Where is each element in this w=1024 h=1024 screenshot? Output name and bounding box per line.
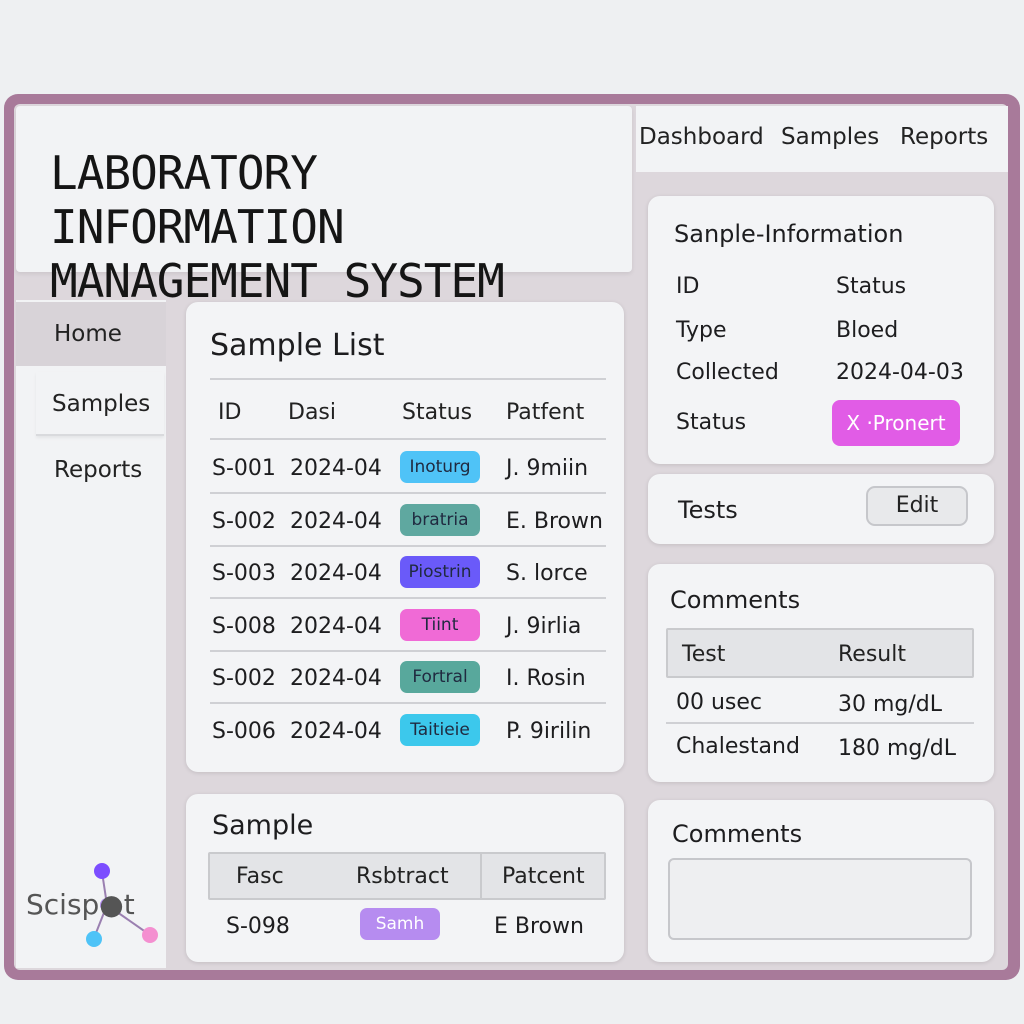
comments-title: Comments	[672, 820, 803, 848]
brand-name: Scisp●t	[26, 888, 135, 921]
title-line-1: LABORATORY INFORMATION	[50, 146, 345, 254]
divider	[210, 597, 606, 599]
comments-textarea[interactable]	[668, 858, 972, 940]
column-header-status: Status	[402, 400, 473, 425]
sample-date: 2024-04	[290, 718, 382, 744]
info-value: Bloed	[836, 318, 899, 343]
divider	[210, 492, 606, 494]
status-badge: Fortral	[400, 661, 480, 693]
info-value: 2024-04-03	[836, 360, 964, 385]
sample-id: S-002	[212, 508, 276, 534]
status-badge: Piostrin	[400, 556, 480, 588]
status-badge: Taitieie	[400, 713, 480, 746]
tests-card: Tests Edit	[648, 474, 994, 544]
sample-id: S-006	[212, 718, 276, 744]
column-header-test: Test	[682, 642, 726, 667]
status-badge: Tiint	[400, 608, 480, 641]
info-label: ID	[676, 274, 700, 299]
test-name: 00 usec	[676, 690, 763, 715]
patient-name: P. 9irilin	[506, 718, 592, 744]
patient-name: J. 9miin	[506, 456, 589, 481]
sample-info-card: Sanple-Information ID Status Type Bloed …	[648, 196, 994, 464]
patient-name: S. lorce	[506, 561, 588, 586]
info-value: Status	[836, 274, 907, 299]
sample-id: S-001	[212, 456, 276, 481]
divider	[666, 722, 974, 724]
divider	[210, 438, 606, 440]
top-nav: Dashboard Samples Reports	[636, 106, 1008, 172]
test-result: 30 mg/dL	[838, 692, 943, 717]
sample-id: S-002	[212, 666, 276, 691]
nav-dashboard[interactable]: Dashboard	[639, 124, 764, 150]
column-header-substract: Rsbtract	[356, 864, 449, 889]
sidebar-item-reports[interactable]: Reports	[16, 438, 166, 502]
status-badge: Inoturg	[400, 451, 480, 483]
results-title: Comments	[670, 586, 801, 614]
nav-samples[interactable]: Samples	[781, 124, 879, 150]
divider	[210, 544, 606, 547]
page-title: LABORATORY INFORMATION MANAGEMENT SYSTEM	[50, 146, 630, 308]
sample-date: 2024-04	[290, 508, 382, 534]
tests-title: Tests	[678, 496, 738, 524]
sidebar-item-label: Reports	[54, 457, 143, 483]
column-header-id: ID	[218, 400, 242, 425]
info-label: Collected	[676, 360, 779, 385]
patient-name: E. Brown	[506, 508, 603, 534]
sample-date: 2024-04	[290, 456, 382, 481]
column-header-case: Fasc	[236, 864, 284, 889]
status-label: Status	[676, 410, 747, 435]
patient-name: I. Rosin	[506, 666, 586, 691]
sample-list-card: Sample List ID Dasi Status Patfent S-001…	[186, 302, 624, 772]
divider	[210, 702, 606, 704]
divider	[210, 649, 606, 652]
sample-id: S-098	[226, 914, 290, 939]
sample-date: 2024-04	[290, 666, 382, 691]
test-name: Chalestand	[676, 734, 800, 759]
sample-info-title: Sanple-Information	[674, 220, 904, 248]
sample-date: 2024-04	[290, 561, 382, 586]
sample-card-title: Sample	[212, 810, 314, 841]
sample-id: S-003	[212, 561, 276, 586]
sample-date: 2024-04	[290, 613, 382, 639]
patient-name: E Brown	[494, 914, 584, 939]
brand-logo: Scisp●t	[24, 858, 164, 953]
header: LABORATORY INFORMATION MANAGEMENT SYSTEM	[16, 106, 632, 308]
column-header-patient: Patcent	[502, 864, 585, 889]
info-label: Type	[676, 318, 727, 343]
status-badge: bratria	[400, 503, 480, 536]
divider	[210, 378, 606, 380]
sidebar-item-samples[interactable]: Samples	[36, 372, 164, 436]
test-result: 180 mg/dL	[838, 736, 957, 761]
sidebar-item-home[interactable]: Home	[16, 302, 166, 366]
column-header-date: Dasi	[288, 400, 336, 425]
edit-button[interactable]: Edit	[866, 486, 968, 526]
patient-name: J. 9irlia	[506, 613, 582, 639]
sample-list-title: Sample List	[210, 328, 385, 363]
column-header-patient: Patfent	[506, 400, 585, 425]
nav-reports[interactable]: Reports	[900, 124, 988, 150]
status-badge: Samh	[360, 908, 440, 940]
sidebar-item-label: Samples	[52, 391, 151, 417]
comments-card: Comments	[648, 800, 994, 962]
sample-id: S-008	[212, 613, 276, 639]
column-header-result: Result	[838, 642, 906, 667]
sample-card: Sample Fasc Rsbtract Patcent S-098 Samh …	[186, 794, 624, 962]
sidebar-item-label: Home	[54, 321, 122, 347]
status-badge: Ⅹ ·Pronert	[832, 400, 960, 446]
results-card: Comments Test Result 00 usec 30 mg/dL Ch…	[648, 564, 994, 782]
